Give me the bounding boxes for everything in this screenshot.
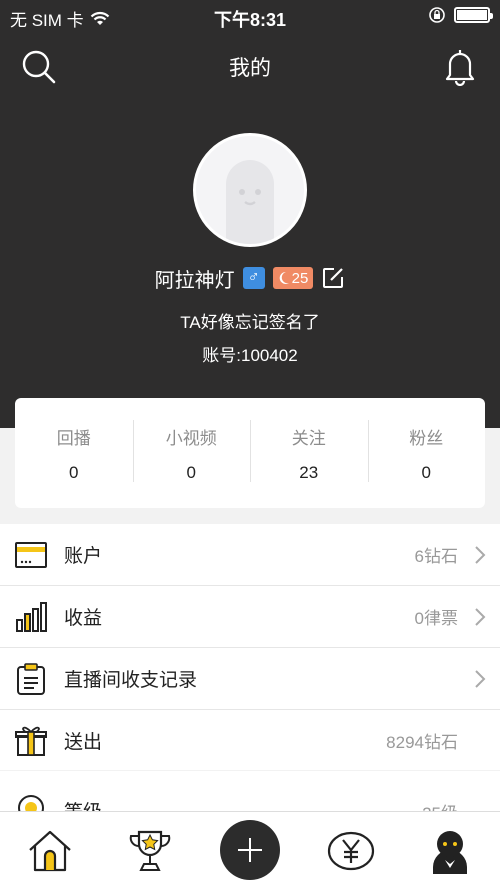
chevron-right-icon (475, 545, 486, 564)
menu-label: 直播间收支记录 (64, 670, 198, 691)
bar-chart-icon (16, 601, 47, 632)
profile-header: 无 SIM 卡 下午8:31 我的 阿拉神灯 ♂ 25 TA好像忘记签名了 账号… (0, 0, 500, 428)
gender-badge: ♂ (242, 267, 265, 289)
page-title: 我的 (229, 57, 271, 80)
name-row: 阿拉神灯 ♂ 25 (0, 264, 500, 292)
menu-label: 收益 (64, 608, 103, 629)
home-icon[interactable] (25, 826, 75, 876)
yen-icon[interactable] (326, 826, 376, 876)
stat-label: 小视频 (165, 429, 217, 448)
go-live-button[interactable] (220, 820, 280, 880)
stat-value: 23 (299, 463, 319, 482)
stat-value: 0 (421, 463, 431, 482)
avatar[interactable] (193, 133, 307, 247)
gift-icon (15, 726, 47, 756)
stat-fans[interactable]: 粉丝 0 (367, 398, 486, 508)
menu-value: 0律票 (414, 609, 458, 628)
nav-bar: 我的 (0, 44, 500, 88)
tab-bar (0, 811, 500, 888)
level-number: 25 (291, 269, 309, 287)
plus-icon (238, 838, 262, 862)
status-right (428, 6, 493, 24)
clipboard-icon (17, 662, 45, 695)
edit-icon[interactable] (321, 266, 345, 290)
menu-item-earnings[interactable]: 收益 0律票 (0, 586, 500, 648)
menu-label: 送出 (64, 731, 103, 753)
battery-icon (454, 7, 493, 23)
account-id: 账号:100402 (202, 346, 298, 365)
stat-label: 关注 (291, 429, 326, 448)
stat-replay[interactable]: 回播 0 (15, 398, 133, 508)
default-avatar-icon (226, 160, 274, 244)
profile-icon[interactable] (425, 826, 475, 876)
chevron-right-icon (475, 607, 486, 626)
stats-card: 回播 0 小视频 0 关注 23 粉丝 0 (15, 398, 485, 508)
menu-value: 8294钻石 (386, 732, 458, 752)
chevron-right-icon (475, 669, 486, 688)
menu-item-account[interactable]: 账户 6钻石 (0, 524, 500, 586)
menu-item-sent[interactable]: 送出 8294钻石 (0, 710, 500, 770)
bell-icon[interactable] (440, 46, 480, 86)
moon-icon (279, 271, 289, 284)
stat-label: 回播 (56, 429, 91, 448)
wallet-icon (15, 541, 47, 568)
status-bar: 无 SIM 卡 下午8:31 (0, 0, 500, 34)
clock: 下午8:31 (213, 10, 287, 30)
stat-following[interactable]: 关注 23 (250, 398, 368, 508)
stat-short-video[interactable]: 小视频 0 (132, 398, 251, 508)
stat-value: 0 (69, 463, 79, 482)
menu-list: 账户 6钻石 收益 0律票 直播间收支记录 送出 8294钻石 (0, 524, 500, 770)
stat-value: 0 (186, 463, 196, 482)
stat-label: 粉丝 (409, 429, 444, 448)
trophy-icon[interactable] (125, 826, 175, 876)
rotation-lock-icon (429, 7, 445, 23)
menu-value: 6钻石 (414, 547, 458, 566)
level-badge: 25 (272, 267, 314, 289)
menu-label: 账户 (64, 546, 103, 567)
menu-item-live-records[interactable]: 直播间收支记录 (0, 648, 500, 710)
signature-text: TA好像忘记签名了 (180, 313, 320, 332)
user-name: 阿拉神灯 (154, 269, 235, 292)
